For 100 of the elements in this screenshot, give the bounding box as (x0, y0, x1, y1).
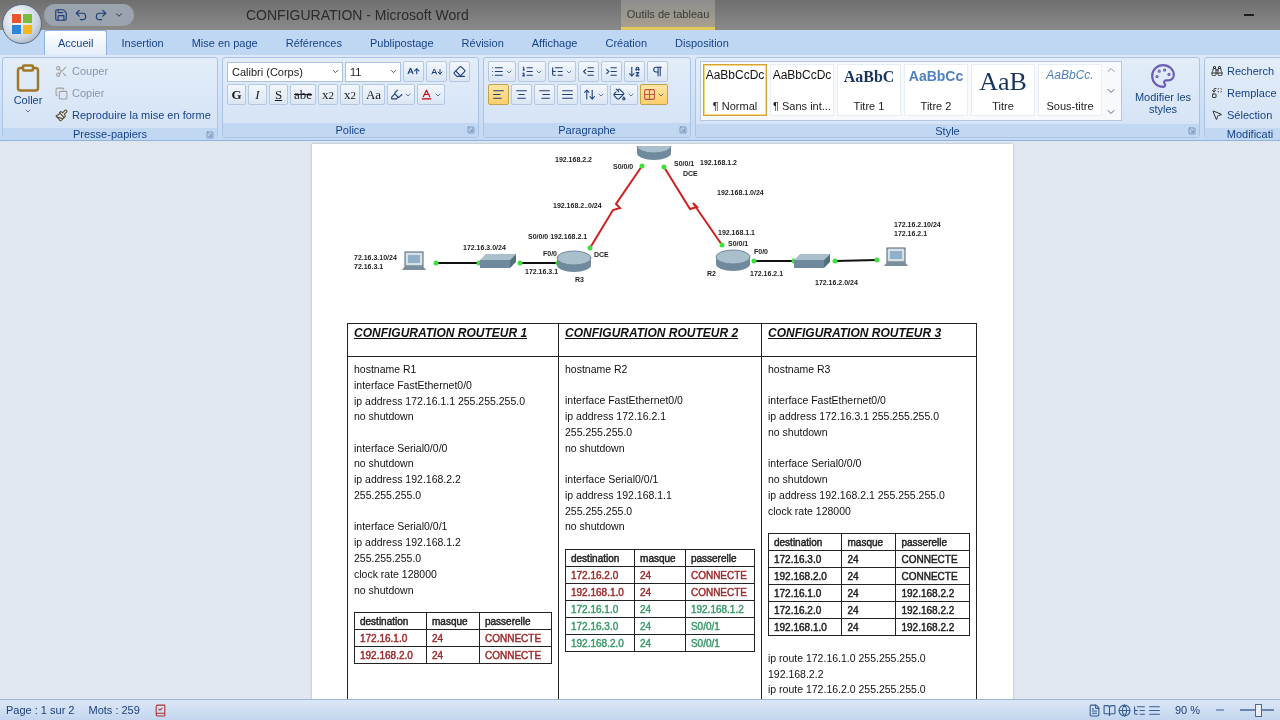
table-cell: 24 (842, 584, 896, 602)
style-preview: AaBbCc. (1046, 69, 1094, 81)
style-preview: AaBbCcDc (705, 69, 765, 81)
config-line: no shutdown (354, 582, 415, 598)
window-title: CONFIGURATION - Microsoft Word (246, 7, 469, 23)
table-cell: 24 (634, 600, 686, 618)
table-cell: CONNECTE (896, 567, 970, 585)
table-cell: S0/0/1 (685, 617, 755, 635)
config-line: ip address 192.168.1.2 (354, 535, 462, 551)
ribbon-tab[interactable]: Mise en page (177, 30, 272, 55)
table-cell: 192.168.2.0 (565, 634, 635, 652)
editing-button[interactable]: Remplace (1209, 83, 1279, 103)
config-line: clock rate 128000 (354, 566, 438, 582)
table-cell: 24 (426, 646, 480, 664)
style-name: Titre 1 (853, 100, 885, 112)
ribbon-tab[interactable]: Création (591, 30, 662, 55)
config-line: ip address 192.168.1.1 (565, 487, 673, 503)
config-line: ip route 172.16.2.0 255.255.255.0 (768, 682, 927, 698)
table-cell: 192.168.2.2 (896, 601, 970, 619)
table-header-cell: destination (768, 533, 842, 551)
ribbon-tab[interactable]: Disposition (661, 30, 743, 55)
column-header: CONFIGURATION ROUTEUR 1 (348, 324, 558, 357)
table-cell: 192.168.2.2 (896, 618, 970, 636)
config-line: interface Serial0/0/0 (354, 440, 449, 456)
editing-button[interactable]: Sélection (1209, 105, 1279, 125)
table-header-cell: destination (354, 612, 427, 630)
group-label: Style (935, 124, 960, 137)
font-size-field[interactable]: 11 (345, 61, 401, 82)
table-cell: 24 (842, 618, 896, 636)
table-cell: 172.16.3.0 (565, 617, 635, 635)
table-cell: 24 (634, 634, 686, 652)
table-cell: CONNECTE (685, 583, 755, 601)
config-line: ip address 192.168.2.1 255.255.255.0 (768, 487, 946, 503)
config-line: no shutdown (768, 472, 829, 487)
format-button[interactable]: Aa (361, 84, 386, 105)
paste-button[interactable]: Coller (7, 61, 49, 125)
format-button[interactable]: S (269, 84, 288, 105)
word-count[interactable]: Mots : 259 (88, 704, 140, 716)
config-line: interface Serial0/0/0 (768, 456, 863, 472)
table-cell: 24 (842, 567, 896, 585)
table-cell: 24 (426, 629, 480, 647)
ribbon-tab[interactable]: Insertion (107, 30, 178, 55)
config-line: ip address 192.168.2.2 (354, 472, 462, 488)
clipboard-button[interactable]: Reproduire la mise en forme (53, 105, 213, 125)
column-header: CONFIGURATION ROUTEUR 2 (558, 324, 761, 357)
config-line: interface Serial0/0/1 (354, 519, 449, 535)
table-cell: 172.16.1.0 (768, 584, 842, 602)
table-header-cell: masque (426, 612, 480, 630)
style-gallery-item[interactable]: AaBbCcDc ¶ Sans int... (770, 64, 834, 116)
config-line: hostname R3 (768, 362, 832, 377)
ribbon-tab[interactable]: Publipostage (356, 30, 448, 55)
table-cell: CONNECTE (479, 646, 552, 664)
style-gallery-item[interactable]: AaB Titre (971, 64, 1035, 116)
table-cell: CONNECTE (479, 629, 552, 647)
font-family-field[interactable]: Calibri (Corps) (227, 61, 343, 82)
editing-button[interactable]: Recherch (1209, 61, 1279, 81)
style-gallery-item[interactable]: AaBbCc Titre 2 (904, 64, 968, 116)
ribbon-tab[interactable]: Références (271, 30, 356, 55)
table-cell: 172.16.1.0 (354, 629, 427, 647)
format-button[interactable]: G (227, 84, 246, 105)
group-label: Police (335, 124, 366, 136)
table-header-cell: passerelle (479, 612, 552, 630)
format-button[interactable]: abe (290, 84, 317, 105)
table-cell: 24 (842, 550, 896, 568)
style-gallery-item[interactable]: AaBbCcDc ¶ Normal (703, 64, 767, 116)
style-gallery-item[interactable]: AaBbCc. Sous-titre (1038, 64, 1102, 116)
table-cell: 24 (634, 617, 686, 635)
config-line: 192.168.2.2 (768, 666, 825, 682)
table-cell: 192.168.2.0 (354, 646, 427, 664)
config-line: 255.255.255.0 (565, 503, 634, 519)
table-cell: 24 (634, 566, 686, 584)
ribbon-tab[interactable]: Révision (447, 30, 518, 55)
config-line: interface Serial0/0/1 (565, 472, 660, 487)
page-count[interactable]: Page : 1 sur 2 (6, 704, 75, 716)
config-line: ip route 172.16.1.0 255.255.255.0 (768, 650, 927, 666)
contextual-tab-label: Outils de tableau (620, 0, 716, 30)
ribbon-tab[interactable]: Accueil (44, 30, 108, 55)
style-preview: AaBbCcDc (772, 69, 832, 81)
table-header-cell: passerelle (685, 549, 755, 567)
style-preview: AaBbC (843, 69, 895, 85)
table-cell: S0/0/1 (685, 634, 755, 652)
format-button[interactable]: I (248, 84, 267, 105)
zoom-level[interactable]: 90 % (1174, 704, 1200, 716)
config-line: ip address 172.16.1.1 255.255.255.0 (354, 393, 527, 409)
modify-styles-button[interactable]: Modifier les styles (1126, 61, 1200, 121)
table-cell: 172.16.3.0 (768, 550, 842, 568)
table-cell: 172.16.2.0 (768, 601, 842, 619)
style-gallery-item[interactable]: AaBbC Titre 1 (837, 64, 901, 116)
config-line: ip address 172.16.2.1 (565, 409, 667, 425)
config-line: no shutdown (768, 424, 829, 440)
table-cell: 192.168.1.2 (685, 600, 755, 618)
table-header-cell: masque (842, 533, 896, 551)
config-line: 255.255.255.0 (354, 488, 423, 504)
config-line: 255.255.255.0 (565, 424, 634, 440)
table-cell: 24 (634, 583, 686, 601)
table-cell: 192.168.1.0 (565, 583, 635, 601)
config-line: hostname R1 (354, 362, 418, 377)
ribbon-tab[interactable]: Affichage (517, 30, 592, 55)
table-cell: CONNECTE (685, 566, 755, 584)
table-header-cell: destination (565, 549, 635, 567)
